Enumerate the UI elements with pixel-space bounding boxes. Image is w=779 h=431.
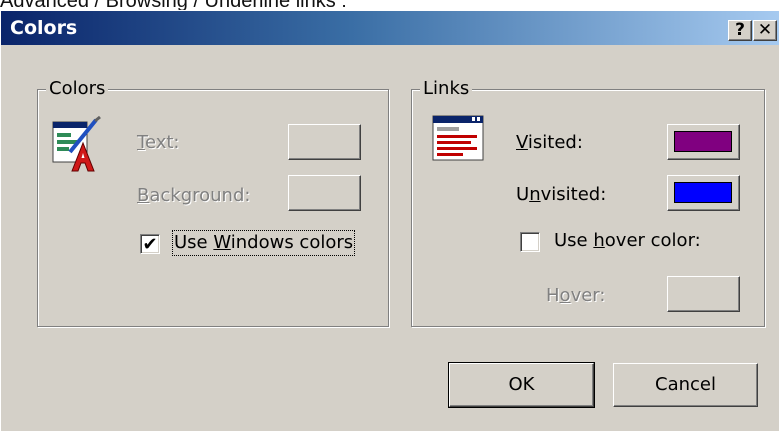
text-color-button[interactable] [288,124,361,160]
unvisited-color-button[interactable] [667,175,740,211]
cancel-button[interactable]: Cancel [613,363,758,407]
dialog-title: Colors [10,17,78,39]
text-color-palette-icon [52,116,101,172]
title-bar[interactable]: Colors ? ✕ [1,11,779,45]
close-button[interactable]: ✕ [753,20,777,41]
use-windows-colors-label[interactable]: Use Windows colors [171,230,356,256]
visited-color-swatch [674,131,732,152]
unvisited-color-label: Unvisited: [516,184,607,205]
ok-button[interactable]: OK [448,362,595,408]
unvisited-color-swatch [674,182,732,203]
visited-color-button[interactable] [667,124,740,160]
hover-color-label: Hover: [546,285,606,306]
background-color-label: Background: [137,185,251,206]
background-color-button[interactable] [288,175,361,211]
use-hover-color-checkbox[interactable] [520,232,540,252]
visited-color-label: Visited: [516,132,583,153]
text-color-label: Text: [137,132,180,153]
web-page-links-icon [432,115,484,161]
links-group-legend: Links [420,78,473,100]
colors-group-legend: Colors [46,78,109,100]
colors-dialog: Colors ? ✕ Colors Text: Background: ✔ Us… [0,10,779,431]
use-hover-color-label[interactable]: Use hover color: [554,230,701,252]
hover-color-button[interactable] [667,276,740,312]
colors-group: Colors Text: Background: ✔ Use Windows c… [37,78,389,327]
use-windows-colors-checkbox[interactable]: ✔ [140,234,160,254]
help-button[interactable]: ? [728,20,752,41]
links-group: Links Visited: Unvisited: Use hover colo… [411,78,765,327]
